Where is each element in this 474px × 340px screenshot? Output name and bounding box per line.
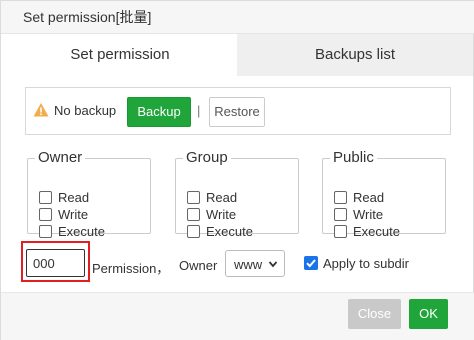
checkbox[interactable] [334,224,347,238]
owner-permission-group: Owner Read Write Execute [27,149,151,239]
group-legend: Public [333,149,374,166]
group-permission-group: Group Read Write Execute [175,149,299,239]
dialog-titlebar[interactable]: Set permission[批量] [1,1,474,34]
public-read-option[interactable]: Read [334,188,384,206]
owner-execute-option[interactable]: Execute [39,222,105,240]
owner-select[interactable]: www [225,250,285,277]
button-separator: | [197,103,201,118]
owner-read-option[interactable]: Read [39,188,89,206]
checkmark-icon [306,259,316,268]
backup-status-text: No backup [54,103,117,118]
tab-bar: Set permission Backups list [3,34,473,76]
owner-label: Owner [179,258,218,273]
checkbox[interactable] [187,207,200,221]
apply-subdir-checkbox[interactable] [304,256,318,270]
checkbox[interactable] [334,207,347,221]
ok-button[interactable]: OK [409,299,448,329]
public-execute-option[interactable]: Execute [334,222,400,240]
group-read-option[interactable]: Read [187,188,237,206]
backup-bar: No backup Backup | Restore [25,87,451,135]
checkbox[interactable] [39,207,52,221]
public-write-option[interactable]: Write [334,205,383,223]
chevron-down-icon [268,261,278,268]
checkbox[interactable] [334,190,347,204]
permission-input[interactable] [26,249,85,277]
apply-subdir-label[interactable]: Apply to subdir [323,256,409,271]
dialog-footer: Close OK [1,292,474,340]
group-execute-option[interactable]: Execute [187,222,253,240]
owner-write-option[interactable]: Write [39,205,88,223]
checkbox[interactable] [39,190,52,204]
warning-icon [33,103,49,117]
set-permission-dialog: Set permission[批量] Set permission Backup… [0,0,474,340]
backup-button[interactable]: Backup [127,97,191,127]
owner-select-value: www [234,257,263,272]
checkbox[interactable] [39,224,52,238]
group-write-option[interactable]: Write [187,205,236,223]
tab-backups-list[interactable]: Backups list [237,34,473,76]
public-permission-group: Public Read Write Execute [322,149,446,239]
checkbox[interactable] [187,190,200,204]
group-legend: Group [186,149,228,166]
permission-label: Permission， [92,261,170,276]
dialog-title: Set permission[批量] [23,9,152,25]
restore-button[interactable]: Restore [209,97,265,127]
group-legend: Owner [38,149,83,166]
close-button[interactable]: Close [348,299,401,329]
checkbox[interactable] [187,224,200,238]
tab-set-permission[interactable]: Set permission [3,34,237,76]
